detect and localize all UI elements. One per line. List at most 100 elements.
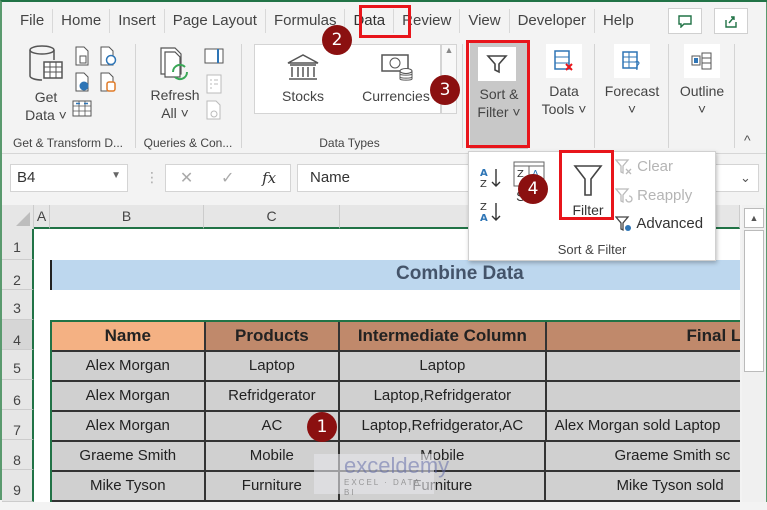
- row-header-2[interactable]: 2: [2, 260, 34, 290]
- cell-final[interactable]: Alex Morgan sold Laptop: [546, 412, 740, 442]
- step-badge-1: 1: [307, 412, 337, 442]
- insert-function-icon[interactable]: fx: [262, 169, 276, 187]
- from-web-icon[interactable]: [72, 72, 92, 92]
- cell-intermediate[interactable]: Laptop: [340, 352, 547, 382]
- reapply-icon: [614, 188, 633, 204]
- cell-name[interactable]: Alex Morgan: [52, 382, 206, 412]
- properties-icon[interactable]: [204, 74, 224, 94]
- tab-review[interactable]: Review: [394, 9, 461, 33]
- header-final-list[interactable]: Final Li: [546, 322, 740, 352]
- sort-a-to-z-button[interactable]: AZ: [479, 166, 503, 194]
- scroll-up-icon[interactable]: ▲: [744, 208, 764, 228]
- name-box[interactable]: B4 ▼: [10, 164, 128, 192]
- group-get-transform: Get Data ˅ Get & Transform D...: [2, 38, 134, 154]
- clear-filter-button[interactable]: Clear: [614, 158, 674, 176]
- watermark: exceldemy EXCEL · DATA · BI: [314, 454, 449, 497]
- row-header-7[interactable]: 7: [2, 410, 34, 440]
- scrollbar-thumb[interactable]: [744, 230, 764, 372]
- forecast-button[interactable]: ? Forecast ˅: [602, 44, 662, 118]
- header-intermediate[interactable]: Intermediate Column: [340, 322, 547, 352]
- cell-product[interactable]: Laptop: [205, 352, 341, 382]
- group-data-types: Stocks Currencies ▲ Data Types: [242, 38, 457, 154]
- currency-icon: [381, 54, 413, 81]
- tab-data[interactable]: Data: [345, 9, 395, 33]
- svg-text:Z: Z: [480, 202, 487, 213]
- select-all-button[interactable]: [2, 205, 34, 229]
- formula-controls: ✕ ✓ fx: [165, 164, 291, 192]
- sort-filter-label: Sort & Filter ˅: [470, 85, 528, 121]
- queries-connections-icon[interactable]: [204, 46, 224, 66]
- sort-filter-label-2: Filter ˅: [477, 104, 521, 120]
- column-header-c[interactable]: C: [204, 205, 340, 229]
- chevron-down-icon[interactable]: ▼: [111, 170, 121, 181]
- from-table-icon[interactable]: [72, 98, 92, 118]
- cancel-icon[interactable]: ✕: [180, 168, 193, 188]
- currencies-button[interactable]: Currencies: [355, 53, 437, 105]
- step-badge-2: 2: [322, 25, 352, 55]
- clear-filter-icon: [614, 159, 632, 175]
- cell-final[interactable]: [546, 352, 740, 382]
- expand-formula-icon[interactable]: ⌄: [740, 170, 751, 186]
- column-header-b[interactable]: B: [50, 205, 204, 229]
- scroll-up-icon: ▲: [444, 45, 454, 55]
- share-button[interactable]: [714, 8, 748, 34]
- tab-page-layout[interactable]: Page Layout: [165, 9, 266, 33]
- cell-final[interactable]: [546, 382, 740, 412]
- vertical-scrollbar[interactable]: ▲: [742, 205, 766, 502]
- clear-label: Clear: [637, 158, 674, 175]
- refresh-all-button[interactable]: Refresh All ˅: [148, 46, 202, 122]
- title-cell[interactable]: Combine Data: [50, 260, 740, 290]
- ribbon-separator: [594, 44, 595, 148]
- advanced-filter-button[interactable]: Advanced: [614, 215, 703, 233]
- sort-filter-dropdown: AZ ZA ZA Sort Filter Clear Reapply Advan…: [468, 151, 716, 261]
- column-header-a[interactable]: A: [34, 205, 50, 229]
- collapse-ribbon-button[interactable]: ^: [744, 132, 751, 148]
- tab-view[interactable]: View: [460, 9, 510, 33]
- row-header-4[interactable]: 4: [2, 320, 34, 350]
- reapply-button[interactable]: Reapply: [614, 187, 693, 205]
- row-header-3[interactable]: 3: [2, 290, 34, 320]
- row-header-1[interactable]: 1: [2, 229, 34, 260]
- cell-name[interactable]: Alex Morgan: [52, 352, 206, 382]
- recent-sources-icon[interactable]: [98, 46, 118, 66]
- bank-icon: [287, 54, 319, 80]
- cell-name[interactable]: Alex Morgan: [52, 412, 206, 442]
- header-products[interactable]: Products: [205, 322, 341, 352]
- group-label-get-transform: Get & Transform D...: [12, 136, 124, 150]
- step-badge-3: 3: [430, 75, 460, 105]
- ribbon: Get Data ˅ Get & Transform D... Refresh …: [2, 38, 767, 154]
- row-header-5[interactable]: 5: [2, 350, 34, 380]
- cell-name[interactable]: Graeme Smith: [52, 442, 206, 472]
- tab-file[interactable]: File: [2, 9, 54, 33]
- data-tools-icon: [554, 50, 573, 71]
- cell-final[interactable]: Mike Tyson sold: [546, 472, 740, 502]
- data-types-gallery: Stocks Currencies: [254, 44, 441, 114]
- outline-button[interactable]: Outline ˅: [674, 44, 730, 118]
- sort-filter-button[interactable]: Sort & Filter ˅: [470, 41, 528, 149]
- filter-button[interactable]: Filter: [565, 164, 611, 218]
- data-tools-button[interactable]: Data Tools ˅: [540, 44, 588, 118]
- row-header-9[interactable]: 9: [2, 470, 34, 502]
- cell-intermediate[interactable]: Laptop,Refridgerator,AC: [340, 412, 547, 442]
- existing-connections-icon[interactable]: [98, 72, 118, 92]
- edit-links-icon[interactable]: [204, 100, 224, 120]
- cell-intermediate[interactable]: Laptop,Refridgerator: [340, 382, 547, 412]
- reapply-label: Reapply: [637, 187, 693, 204]
- cell-final[interactable]: Graeme Smith sc: [546, 442, 740, 472]
- cell-product[interactable]: Refridgerator: [205, 382, 341, 412]
- data-tools-label-2: Tools ˅: [541, 101, 587, 117]
- tab-insert[interactable]: Insert: [110, 9, 165, 33]
- from-text-icon[interactable]: [72, 46, 92, 66]
- tab-home[interactable]: Home: [53, 9, 111, 33]
- comments-button[interactable]: [668, 8, 702, 34]
- get-data-button[interactable]: Get Data ˅: [24, 44, 68, 124]
- header-name[interactable]: Name: [52, 322, 206, 352]
- enter-icon[interactable]: ✓: [221, 168, 234, 188]
- row-header-6[interactable]: 6: [2, 380, 34, 410]
- sort-z-to-a-button[interactable]: ZA: [479, 200, 503, 228]
- stocks-button[interactable]: Stocks: [275, 53, 331, 105]
- cell-name[interactable]: Mike Tyson: [52, 472, 206, 502]
- tab-developer[interactable]: Developer: [510, 9, 595, 33]
- tab-help[interactable]: Help: [595, 9, 642, 33]
- row-header-8[interactable]: 8: [2, 440, 34, 470]
